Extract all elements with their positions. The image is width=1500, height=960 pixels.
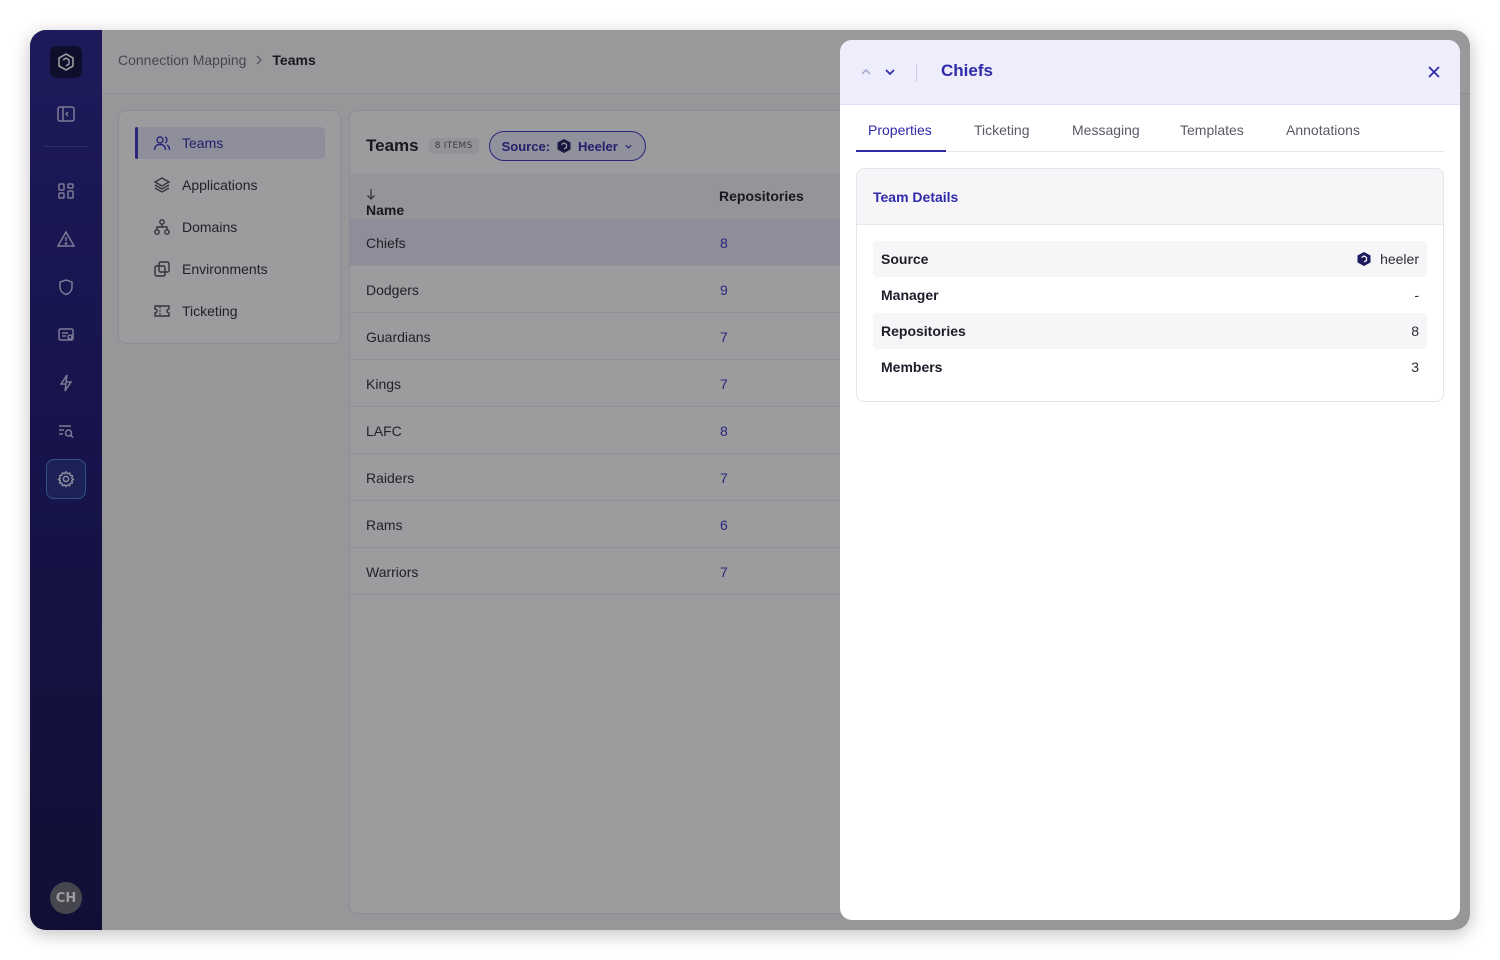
detail-key: Repositories xyxy=(881,323,966,339)
detail-row-manager: Manager - xyxy=(873,277,1427,313)
section-title: Team Details xyxy=(857,169,1443,225)
active-tab-indicator xyxy=(856,150,946,152)
detail-row-repositories: Repositories 8 xyxy=(873,313,1427,349)
drawer-tabs: Properties Ticketing Messaging Templates… xyxy=(856,105,1444,152)
heeler-logo-icon xyxy=(1357,252,1371,266)
tab-ticketing[interactable]: Ticketing xyxy=(974,122,1030,138)
tab-properties[interactable]: Properties xyxy=(868,122,932,138)
tab-messaging[interactable]: Messaging xyxy=(1072,122,1140,138)
team-details-card: Team Details Source heeler Manager - Rep… xyxy=(856,168,1444,402)
detail-value: - xyxy=(1414,287,1419,303)
tab-templates[interactable]: Templates xyxy=(1180,122,1244,138)
close-icon[interactable] xyxy=(1424,62,1444,82)
detail-key: Members xyxy=(881,359,943,375)
detail-row-members: Members 3 xyxy=(873,349,1427,385)
detail-key: Manager xyxy=(881,287,939,303)
header-divider xyxy=(916,64,917,82)
drawer-header: Chiefs xyxy=(840,40,1460,105)
chevron-up-icon[interactable] xyxy=(858,64,874,80)
chevron-down-icon[interactable] xyxy=(882,64,898,80)
source-value: heeler xyxy=(1380,251,1419,267)
tab-annotations[interactable]: Annotations xyxy=(1286,122,1360,138)
app-window: CH Connection Mapping Teams Teams Applic… xyxy=(30,30,1470,930)
team-detail-drawer: Chiefs Properties Ticketing Messaging Te… xyxy=(840,40,1460,920)
detail-value: 8 xyxy=(1411,323,1419,339)
detail-key: Source xyxy=(881,251,929,267)
detail-value: 3 xyxy=(1411,359,1419,375)
detail-row-source: Source heeler xyxy=(873,241,1427,277)
detail-value: heeler xyxy=(1356,251,1419,267)
drawer-title: Chiefs xyxy=(941,61,993,80)
